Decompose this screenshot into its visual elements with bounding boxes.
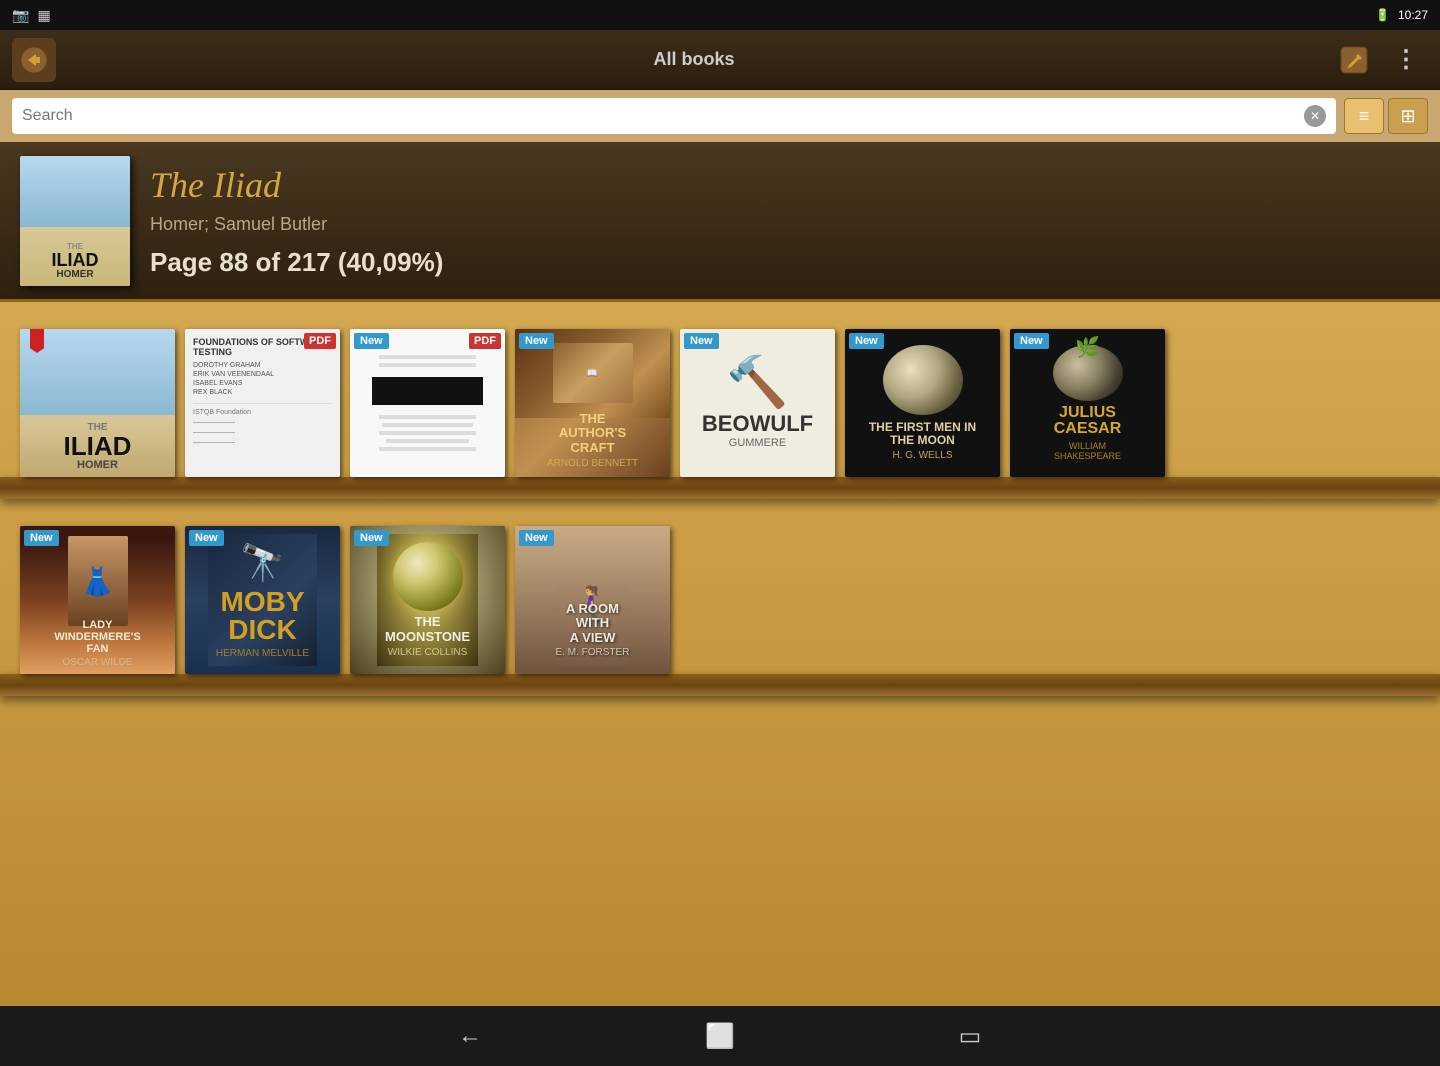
camera-icon: 📷 xyxy=(12,7,29,24)
new-badge: New xyxy=(849,333,884,349)
more-button[interactable]: ⋮ xyxy=(1384,38,1428,82)
book-item[interactable]: New 🔨 BEOWULF GUMMERE xyxy=(680,329,835,477)
home-nav-icon: ⬜ xyxy=(705,1022,735,1051)
recent-nav-icon: ▭ xyxy=(959,1022,982,1051)
view-toggle: ≡ ⊞ xyxy=(1344,98,1428,134)
back-icon xyxy=(20,46,48,74)
edit-button[interactable] xyxy=(1332,38,1376,82)
current-book-cover: THE ILIAD HOMER xyxy=(20,156,130,286)
book-item[interactable]: New THE FIRST MEN IN THE MOON H. G. WELL… xyxy=(845,329,1000,477)
current-book-info: The Iliad Homer; Samuel Butler Page 88 o… xyxy=(150,164,1420,278)
search-bar: ✕ ≡ ⊞ xyxy=(0,90,1440,142)
clock: 10:27 xyxy=(1398,8,1428,22)
back-nav-icon: ← xyxy=(458,1022,482,1050)
book-item[interactable]: New 📖 THEAUTHOR'SCRAFT ARNOLD BENNETT xyxy=(515,329,670,477)
list-view-button[interactable]: ≡ xyxy=(1344,98,1384,134)
search-input[interactable] xyxy=(22,107,1304,125)
main-content: THE ILIAD HOMER PDF FOUNDATIONS OF SOFTW… xyxy=(0,302,1440,1006)
new-badge: New xyxy=(684,333,719,349)
cover-author-text: HOMER xyxy=(56,269,93,280)
shelf-row-1: THE ILIAD HOMER PDF FOUNDATIONS OF SOFTW… xyxy=(0,302,1440,477)
search-clear-button[interactable]: ✕ xyxy=(1304,105,1326,127)
book-item[interactable]: New 🌿 JULIUSCAESAR WILLIAMSHAKESPEARE xyxy=(1010,329,1165,477)
current-book-progress: Page 88 of 217 (40,09%) xyxy=(150,247,1420,278)
new-badge: New xyxy=(1014,333,1049,349)
current-book-title: The Iliad xyxy=(150,164,1420,206)
grid-icon: ▦ xyxy=(37,7,50,24)
current-book-banner[interactable]: THE ILIAD HOMER The Iliad Homer; Samuel … xyxy=(0,142,1440,302)
new-badge: New xyxy=(519,333,554,349)
book-item[interactable]: New 🔭 MOBYDICK HERMAN MELVILLE xyxy=(185,526,340,674)
edit-icon xyxy=(1340,46,1368,74)
top-bar: All books ⋮ xyxy=(0,30,1440,90)
book-item[interactable]: New 🚶‍♀️ A ROOMWITHA VIEW E. M. FORSTER xyxy=(515,526,670,674)
shelf-floor-1 xyxy=(0,477,1440,499)
top-actions: ⋮ xyxy=(1332,38,1428,82)
pdf-badge: PDF xyxy=(304,333,336,349)
back-button[interactable] xyxy=(12,38,56,82)
book-item[interactable]: PDF FOUNDATIONS OF SOFTWARE TESTING DORO… xyxy=(185,329,340,477)
cover-title-text: ILIAD xyxy=(52,251,99,269)
status-icons-right: 🔋 10:27 xyxy=(1375,8,1428,22)
book-item[interactable]: New 👗 LADYWINDERMERE'SFAN OSCAR WILDE xyxy=(20,526,175,674)
search-input-wrap[interactable]: ✕ xyxy=(12,98,1336,134)
list-icon: ≡ xyxy=(1359,106,1370,127)
new-badge: New xyxy=(354,333,389,349)
new-badge: New xyxy=(519,530,554,546)
home-nav-button[interactable]: ⬜ xyxy=(695,1011,745,1061)
current-book-author: Homer; Samuel Butler xyxy=(150,214,1420,235)
new-badge: New xyxy=(354,530,389,546)
status-bar: 📷 ▦ 🔋 10:27 xyxy=(0,0,1440,30)
clear-icon: ✕ xyxy=(1310,109,1320,123)
book-item[interactable]: THE ILIAD HOMER xyxy=(20,329,175,477)
book-item[interactable]: New PDF xyxy=(350,329,505,477)
shelf-floor-2 xyxy=(0,674,1440,696)
book-item[interactable]: New THEMOONSTONE WILKIE COLLINS xyxy=(350,526,505,674)
cover-image: THE ILIAD HOMER xyxy=(20,156,130,286)
new-badge: New xyxy=(24,530,59,546)
status-icons-left: 📷 ▦ xyxy=(12,7,51,24)
grid-view-button[interactable]: ⊞ xyxy=(1388,98,1428,134)
battery-icon: 🔋 xyxy=(1375,8,1390,22)
page-title: All books xyxy=(68,49,1320,70)
pdf-badge: PDF xyxy=(469,333,501,349)
recent-nav-button[interactable]: ▭ xyxy=(945,1011,995,1061)
more-icon: ⋮ xyxy=(1394,45,1418,74)
nav-bar: ← ⬜ ▭ xyxy=(0,1006,1440,1066)
shelves-wrapper: THE ILIAD HOMER PDF FOUNDATIONS OF SOFTW… xyxy=(0,302,1440,1006)
new-badge: New xyxy=(189,530,224,546)
back-nav-button[interactable]: ← xyxy=(445,1011,495,1061)
shelf-row-2: New 👗 LADYWINDERMERE'SFAN OSCAR WILDE Ne… xyxy=(0,499,1440,674)
grid-icon: ⊞ xyxy=(1400,106,1415,127)
